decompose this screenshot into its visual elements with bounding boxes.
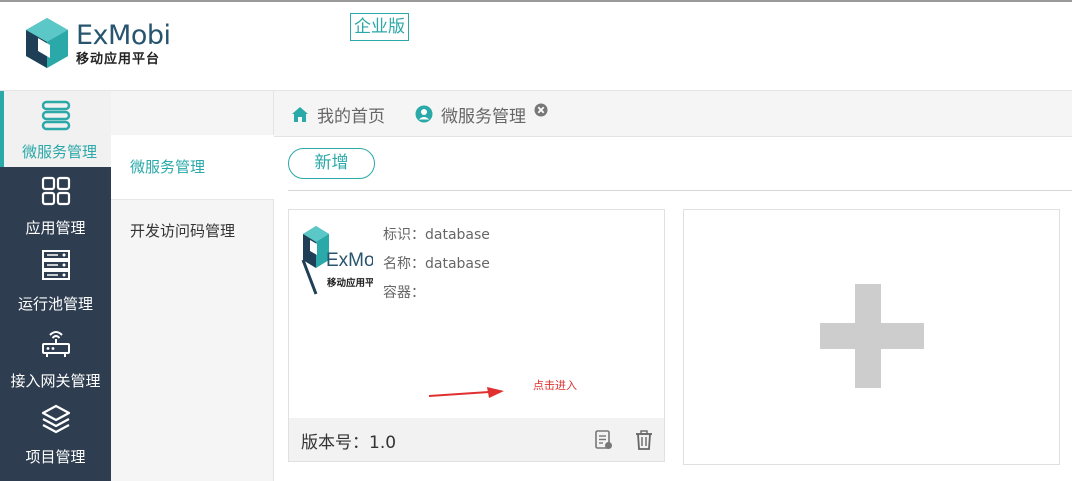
plus-icon-bar (820, 323, 924, 349)
nav-label: 运行池管理 (17, 295, 93, 313)
add-microservice-card[interactable] (683, 209, 1060, 465)
edit-doc-icon[interactable] (595, 430, 613, 450)
nav-item-gateway[interactable]: 接入网关管理 (0, 319, 111, 395)
card-footer: 版本号：1.0 (289, 418, 664, 461)
layers-icon (41, 404, 71, 434)
tab-microservice[interactable]: 微服务管理 (415, 91, 556, 137)
subnav-item-access-code[interactable]: 开发访问码管理 (111, 199, 274, 263)
nav-item-runpool[interactable]: 运行池管理 (0, 243, 111, 319)
card-name: 名称：database (383, 256, 490, 272)
logo-subtitle: 移动应用平台 (76, 52, 161, 67)
svg-text:移动应用平台: 移动应用平台 (327, 277, 373, 289)
close-tab-icon[interactable] (534, 103, 548, 117)
grid-icon (41, 176, 71, 206)
svg-text:ExMobi: ExMobi (326, 250, 373, 271)
card-info: 标识：database 名称：database 容器： (383, 224, 490, 311)
tab-microservice-label: 微服务管理 (441, 106, 526, 127)
annotation-arrow-icon (429, 387, 504, 398)
exmobi-logo-icon: ExMobi 移动应用平台 (301, 226, 389, 295)
card-id: 标识：database (383, 227, 490, 243)
annotation-text: 点击进入 (533, 379, 577, 392)
server-rack-icon (42, 250, 70, 280)
nav-label: 微服务管理 (21, 143, 97, 161)
nav-item-microservice[interactable]: 微服务管理 (0, 91, 111, 167)
logo[interactable]: ExMobi 移动应用平台 (24, 16, 171, 72)
tab-bar: 我的首页 微服务管理 (274, 91, 1072, 137)
toolbar-divider (288, 190, 1072, 191)
main-nav: 微服务管理 应用管理 运行池管理 接入网关管理 项目管理 (0, 91, 111, 481)
card-version: 版本号：1.0 (301, 433, 397, 453)
nav-label: 应用管理 (25, 219, 86, 237)
router-icon (42, 331, 70, 357)
add-button[interactable]: 新增 (288, 148, 375, 179)
sub-nav: 微服务管理 开发访问码管理 (111, 91, 274, 481)
app-root: ExMobi 移动应用平台 企业版 微服务管理 应用管理 运行池管理 接入网关管… (0, 0, 1072, 481)
nav-item-projects[interactable]: 项目管理 (0, 395, 111, 471)
nav-label: 接入网关管理 (10, 372, 101, 390)
home-icon (292, 106, 308, 122)
content-area: 新增 ExMobi 移动应用平台 标识：database 名称：database… (274, 137, 1072, 481)
trash-icon[interactable] (635, 430, 653, 450)
subnav-item-microservice[interactable]: 微服务管理 (111, 135, 274, 199)
nav-label: 项目管理 (25, 448, 86, 466)
microservice-card[interactable]: ExMobi 移动应用平台 标识：database 名称：database 容器… (288, 209, 665, 462)
logo-cube-icon (26, 18, 68, 68)
nav-item-apps[interactable]: 应用管理 (0, 167, 111, 243)
app-header: ExMobi 移动应用平台 企业版 (0, 0, 1072, 91)
edition-badge: 企业版 (350, 13, 409, 41)
tab-home[interactable]: 我的首页 (291, 91, 385, 137)
card-logo: ExMobi 移动应用平台 (301, 224, 389, 300)
tab-home-label: 我的首页 (317, 106, 385, 127)
user-circle-icon (415, 105, 433, 123)
server-stack-icon (41, 100, 71, 131)
logo-title: ExMobi (76, 20, 171, 51)
card-container: 容器： (383, 285, 425, 301)
